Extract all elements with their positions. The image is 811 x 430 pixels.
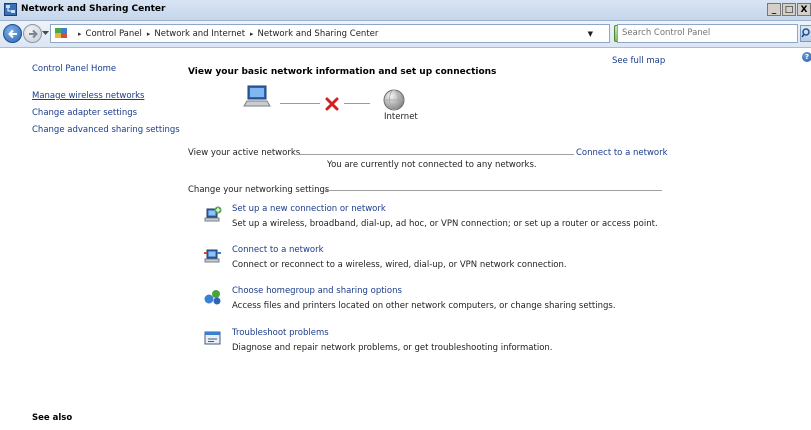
manage-wireless-networks-link[interactable]: Manage wireless networks bbox=[32, 91, 144, 101]
forward-button[interactable] bbox=[23, 24, 42, 43]
help-icon: ? bbox=[804, 53, 810, 61]
task-title-link[interactable]: Choose homegroup and sharing options bbox=[232, 286, 402, 296]
breadcrumb-separator-icon[interactable]: ▸ bbox=[78, 30, 82, 38]
task-new-connection: Set up a new connection or network Set u… bbox=[203, 204, 663, 234]
see-also-heading: See also bbox=[32, 413, 73, 423]
not-connected-message: You are currently not connected to any n… bbox=[327, 160, 537, 170]
breadcrumb: ▸ Control Panel ▸ Network and Internet ▸… bbox=[73, 29, 378, 39]
troubleshoot-icon[interactable] bbox=[203, 330, 223, 348]
task-troubleshoot: Troubleshoot problems Diagnose and repai… bbox=[203, 328, 663, 358]
search-button[interactable] bbox=[800, 25, 811, 42]
search-input[interactable] bbox=[618, 25, 792, 41]
internet-label: Internet bbox=[384, 112, 418, 122]
homegroup-icon[interactable] bbox=[203, 288, 223, 306]
task-description: Diagnose and repair network problems, or… bbox=[232, 343, 553, 353]
connect-network-icon[interactable] bbox=[203, 247, 223, 265]
breadcrumb-control-panel[interactable]: Control Panel bbox=[86, 29, 142, 39]
task-title-link[interactable]: Troubleshoot problems bbox=[232, 328, 329, 338]
back-button[interactable] bbox=[3, 24, 22, 43]
maximize-button[interactable]: □ bbox=[782, 3, 796, 16]
address-row: ▸ Control Panel ▸ Network and Internet ▸… bbox=[0, 21, 811, 48]
breadcrumb-network-and-internet[interactable]: Network and Internet bbox=[154, 29, 245, 39]
section-divider bbox=[296, 154, 574, 155]
active-networks-label: View your active networks bbox=[188, 148, 301, 158]
control-panel-home-link[interactable]: Control Panel Home bbox=[32, 64, 116, 74]
task-homegroup: Choose homegroup and sharing options Acc… bbox=[203, 286, 663, 316]
task-description: Set up a wireless, broadband, dial-up, a… bbox=[232, 219, 658, 229]
window-controls: _ □ X bbox=[767, 3, 811, 16]
disconnected-x-icon[interactable] bbox=[324, 97, 340, 111]
connect-to-network-link[interactable]: Connect to a network bbox=[576, 148, 668, 158]
recent-pages-chevron-icon[interactable] bbox=[42, 31, 49, 36]
search-icon bbox=[801, 28, 810, 38]
task-connect-network: Connect to a network Connect or reconnec… bbox=[203, 245, 663, 275]
connection-line bbox=[344, 103, 370, 104]
search-box[interactable] bbox=[617, 24, 798, 43]
help-button[interactable]: ? bbox=[802, 52, 811, 62]
connection-line bbox=[280, 103, 320, 104]
page-heading: View your basic network information and … bbox=[188, 67, 497, 77]
task-title-link[interactable]: Connect to a network bbox=[232, 245, 324, 255]
address-history-chevron-icon[interactable]: ▼ bbox=[588, 30, 593, 38]
title-bar: Network and Sharing Center _ □ X bbox=[0, 0, 811, 21]
breadcrumb-network-and-sharing-center[interactable]: Network and Sharing Center bbox=[258, 29, 379, 39]
task-title-link[interactable]: Set up a new connection or network bbox=[232, 204, 386, 214]
section-divider bbox=[325, 190, 662, 191]
control-panel-icon bbox=[55, 28, 67, 38]
change-settings-label: Change your networking settings bbox=[188, 185, 330, 195]
back-arrow-icon bbox=[8, 29, 17, 39]
minimize-button[interactable]: _ bbox=[767, 3, 781, 16]
network-center-icon bbox=[4, 3, 17, 16]
close-button[interactable]: X bbox=[797, 3, 811, 16]
change-advanced-sharing-settings-link[interactable]: Change advanced sharing settings bbox=[32, 125, 180, 135]
new-connection-icon[interactable] bbox=[203, 206, 223, 224]
main-content: View your basic network information and … bbox=[188, 48, 668, 428]
task-description: Connect or reconnect to a wireless, wire… bbox=[232, 260, 567, 270]
left-task-pane: Control Panel Home Manage wireless netwo… bbox=[0, 48, 180, 430]
change-adapter-settings-link[interactable]: Change adapter settings bbox=[32, 108, 137, 118]
see-full-map-link[interactable]: See full map bbox=[612, 56, 665, 66]
address-bar[interactable]: ▸ Control Panel ▸ Network and Internet ▸… bbox=[50, 24, 610, 43]
breadcrumb-separator-icon[interactable]: ▸ bbox=[250, 30, 254, 38]
internet-globe-icon bbox=[383, 89, 405, 111]
task-description: Access files and printers located on oth… bbox=[232, 301, 616, 311]
forward-arrow-icon bbox=[29, 29, 38, 39]
computer-icon bbox=[243, 85, 271, 107]
window-title: Network and Sharing Center bbox=[21, 4, 166, 14]
breadcrumb-separator-icon[interactable]: ▸ bbox=[147, 30, 151, 38]
